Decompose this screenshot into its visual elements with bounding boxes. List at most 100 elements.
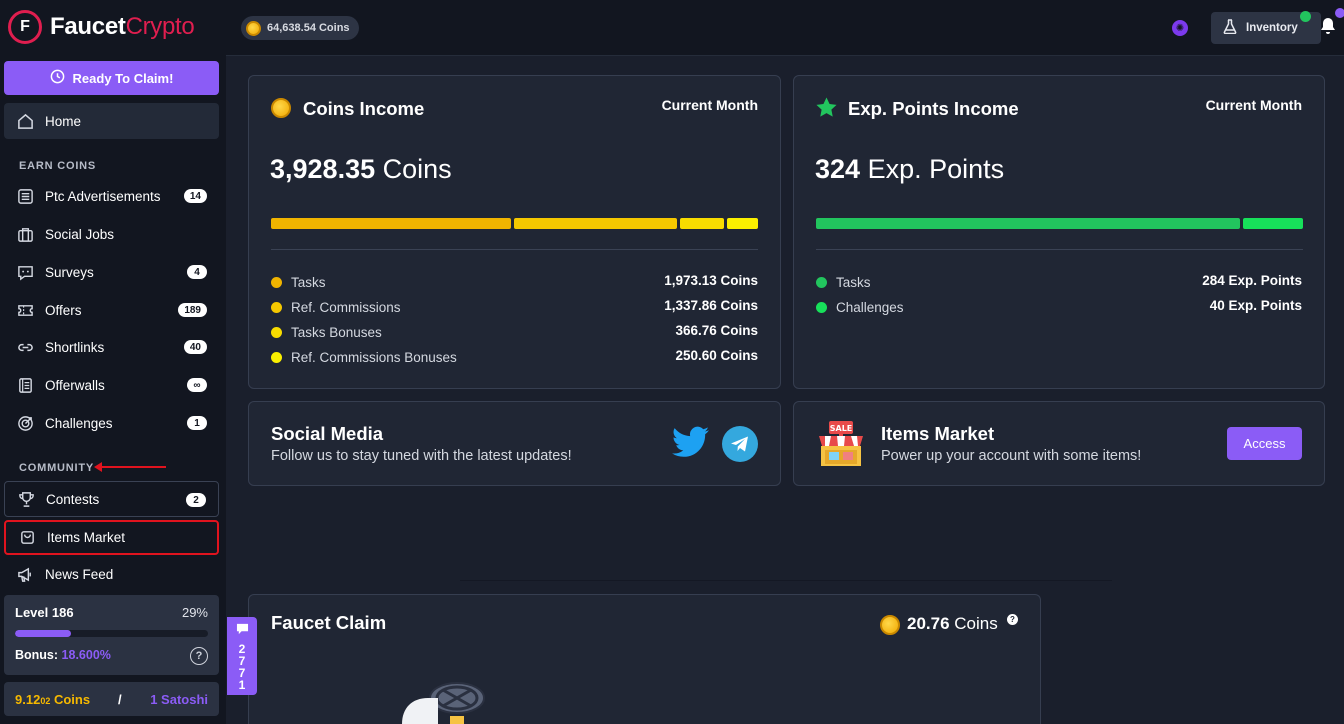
survey-chat-icon — [16, 263, 34, 281]
sidebar-item-label: Contests — [46, 491, 100, 507]
brand-name-part1: Faucet — [50, 13, 126, 40]
link-icon — [16, 338, 34, 356]
sidebar-item-ptc-advertisements[interactable]: Ptc Advertisements 14 — [4, 178, 219, 214]
annotation-arrow — [94, 462, 166, 472]
coins-income-card: Coins Income Current Month 3,928.35 Coin… — [248, 75, 781, 389]
legend-value: 1,973.13 Coins — [664, 273, 758, 288]
bar-segment — [816, 218, 1241, 229]
legend-dot — [271, 351, 282, 363]
bar-segment — [271, 218, 512, 229]
divider — [816, 249, 1303, 250]
card-title: Exp. Points Income — [848, 98, 1019, 119]
sidebar-item-offers[interactable]: Offers 189 — [4, 292, 219, 328]
sidebar-item-label: Offers — [45, 302, 82, 318]
legend-row: Challenges — [816, 298, 904, 316]
coins-balance-text: 64,638.54 Coins — [267, 22, 350, 34]
sidebar-item-challenges[interactable]: Challenges 1 — [4, 405, 219, 441]
flask-icon — [1223, 19, 1237, 37]
chat-icon — [236, 623, 249, 637]
help-icon[interactable]: ? — [190, 647, 208, 665]
count-badge: 1 — [187, 416, 207, 430]
level-card: Level 186 29% Bonus: 18.600% ? — [4, 595, 219, 675]
count-badge: ∞ — [187, 378, 207, 392]
notifications-bell-icon[interactable] — [1320, 17, 1336, 40]
card-subtitle: Power up your account with some items! — [881, 448, 1142, 464]
legend-value: 284 Exp. Points — [1202, 273, 1302, 288]
coins-income-total-number: 3,928.35 — [270, 154, 376, 184]
sidebar-item-label: Items Market — [47, 530, 126, 545]
clock-icon — [50, 69, 65, 87]
period-label: Current Month — [1205, 97, 1302, 113]
card-title: Faucet Claim — [271, 612, 387, 633]
ready-to-claim-button[interactable]: Ready To Claim! — [4, 61, 219, 95]
community-section-label: COMMUNITY — [19, 462, 95, 474]
exp-income-card: Exp. Points Income Current Month 324 Exp… — [793, 75, 1325, 389]
sidebar-item-label: Challenges — [45, 415, 113, 431]
exp-income-total-number: 324 — [815, 154, 861, 184]
ready-to-claim-label: Ready To Claim! — [72, 70, 174, 86]
coin-icon — [880, 615, 900, 635]
sidebar-item-shortlinks[interactable]: Shortlinks 40 — [4, 329, 219, 365]
topbar: 64,638.54 Coins ✺ Inventory — [226, 0, 1344, 56]
brand-logo[interactable]: F FaucetCrypto — [8, 10, 195, 44]
sidebar-item-contests[interactable]: Contests 2 — [4, 481, 219, 517]
briefcase-icon — [16, 225, 34, 243]
telegram-icon[interactable] — [722, 426, 758, 462]
twitter-icon[interactable] — [672, 426, 709, 463]
faucet-claim-card: Faucet Claim 20.76 Coins ? — [248, 594, 1041, 724]
sidebar-item-label: News Feed — [45, 566, 114, 582]
coins-balance-main: 9.12 — [15, 691, 41, 707]
coin-icon — [271, 98, 291, 118]
faucet-help-icon[interactable]: ? — [1007, 614, 1018, 625]
sidebar-item-home[interactable]: Home — [4, 103, 219, 139]
list-icon — [16, 187, 34, 205]
legend-dot — [816, 276, 827, 288]
chat-count-digit: 1 — [238, 678, 246, 692]
sidebar-item-offerwalls[interactable]: Offerwalls ∞ — [4, 367, 219, 403]
bar-segment — [1243, 218, 1303, 229]
svg-text:SALE: SALE — [830, 424, 853, 433]
legend-dot — [271, 326, 282, 338]
sidebar-item-label: Social Jobs — [45, 226, 115, 242]
card-title: Social Media — [271, 423, 384, 444]
earn-coins-section-label: EARN COINS — [19, 160, 97, 172]
sidebar-item-label: Surveys — [45, 264, 94, 280]
support-icon[interactable]: ✺ — [1172, 20, 1188, 36]
sidebar-item-social-jobs[interactable]: Social Jobs — [4, 216, 219, 252]
legend-dot — [271, 301, 282, 313]
faucet-illustration — [400, 680, 490, 724]
count-badge: 189 — [178, 303, 207, 317]
legend-value: 366.76 Coins — [675, 323, 758, 338]
card-subtitle: Follow us to stay tuned with the latest … — [271, 448, 572, 464]
brand-name-part2: Crypto — [125, 13, 195, 40]
bonus-value: 18.600% — [61, 648, 111, 662]
exp-income-total-unit: Exp. Points — [867, 154, 1005, 184]
count-badge: 40 — [183, 340, 207, 354]
legend-dot — [271, 276, 282, 288]
legend-row: Ref. Commissions — [271, 298, 401, 316]
sidebar-item-surveys[interactable]: Surveys 4 — [4, 254, 219, 290]
brand-logo-mark: F — [8, 10, 42, 44]
faucet-reward-value: 20.76 — [907, 614, 950, 633]
coins-balance-small: 02 — [40, 695, 51, 706]
sidebar-item-label: Ptc Advertisements — [45, 188, 161, 204]
coins-balance-unit: Coins — [50, 691, 91, 707]
document-icon — [16, 376, 34, 394]
balance-separator: / — [118, 691, 122, 707]
exp-income-bar — [816, 218, 1303, 229]
level-progress-bar — [15, 630, 208, 637]
home-icon — [16, 112, 34, 130]
level-percent: 29% — [181, 605, 208, 620]
level-title: Level 186 — [15, 605, 74, 620]
brand-name: FaucetCrypto — [50, 13, 195, 41]
sidebar-item-items-market[interactable]: Items Market — [4, 520, 219, 555]
sidebar-item-news-feed[interactable]: News Feed — [4, 556, 219, 592]
access-button[interactable]: Access — [1227, 427, 1302, 460]
count-badge: 4 — [187, 265, 207, 279]
coins-balance-pill[interactable]: 64,638.54 Coins — [241, 16, 359, 40]
brand-logo-mark-letter: F — [20, 18, 30, 35]
legend-row: Tasks Bonuses — [271, 323, 382, 341]
megaphone-icon — [16, 565, 34, 583]
chat-tab[interactable]: 2 7 7 1 — [227, 617, 257, 695]
inventory-label: Inventory — [1246, 22, 1298, 34]
